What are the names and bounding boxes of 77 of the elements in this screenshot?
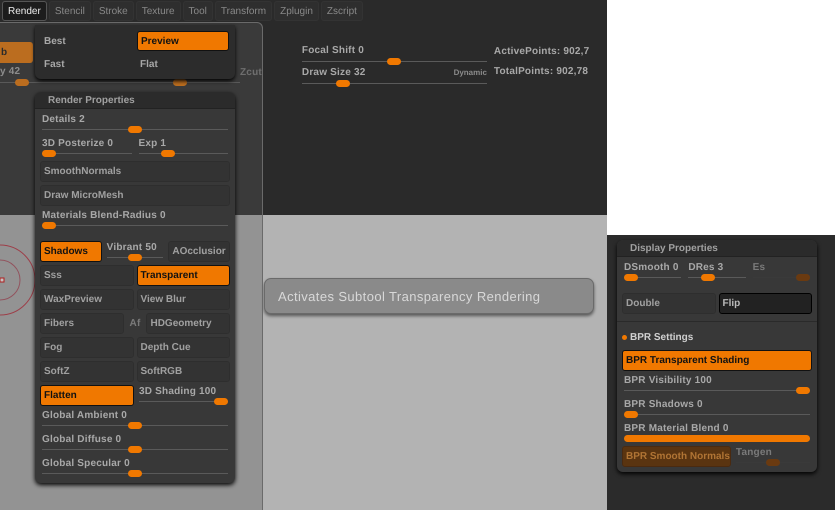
- slider-label: Global Diffuse 0: [42, 434, 122, 444]
- menu-tab[interactable]: Zplugin: [274, 1, 319, 21]
- slider-label: Materials Blend-Radius 0: [42, 210, 167, 220]
- slider-thumb[interactable]: [387, 58, 402, 65]
- slider-label: Draw Size 32: [302, 67, 366, 78]
- menu-tab[interactable]: Stencil: [48, 1, 91, 21]
- stat-text: TotalPoints: 902,78: [494, 66, 590, 77]
- option-label: Af: [128, 318, 142, 328]
- slider-fill[interactable]: [624, 434, 810, 442]
- slider-label: Exp 1: [138, 138, 168, 148]
- slider-thumb[interactable]: [173, 79, 188, 86]
- menu-item[interactable]: Flat: [137, 54, 229, 74]
- slider-label: BPR Shadows 0: [624, 398, 704, 410]
- menu-item[interactable]: Best: [41, 31, 133, 51]
- slider-thumb[interactable]: [336, 80, 350, 87]
- toggle-button[interactable]: Double: [622, 292, 716, 314]
- slider-thumb[interactable]: [42, 150, 56, 156]
- toggle-button[interactable]: Fibers: [40, 312, 124, 334]
- slider-label: DRes 3: [688, 262, 724, 272]
- toggle-button[interactable]: Depth Cue: [136, 336, 230, 358]
- slider-thumb[interactable]: [128, 126, 142, 132]
- toggle-button[interactable]: Flatten: [40, 384, 134, 406]
- section-header[interactable]: BPR Settings: [630, 332, 694, 342]
- slider-label: BPR Visibility 100: [624, 374, 713, 386]
- tooltip: Activates Subtool Transparency Rendering: [264, 278, 594, 314]
- slider-label: 3D Posterize 0: [42, 138, 114, 148]
- toggle-button[interactable]: SoftRGB: [136, 360, 230, 382]
- menu-tab[interactable]: Render: [2, 1, 47, 21]
- menu-tab[interactable]: Tool: [182, 1, 213, 21]
- slider-thumb[interactable]: [42, 222, 56, 228]
- panel-title[interactable]: Render Properties: [35, 92, 235, 109]
- slider-thumb[interactable]: [796, 386, 810, 394]
- slider-thumb[interactable]: [624, 410, 638, 418]
- slider-thumb[interactable]: [161, 150, 176, 156]
- slider-label: Details 2: [42, 114, 86, 124]
- slider-label: Es: [752, 262, 766, 272]
- toggle-button[interactable]: Draw MicroMesh: [40, 184, 230, 206]
- slider-label: Tangen: [736, 446, 773, 458]
- slider-thumb[interactable]: [128, 470, 142, 476]
- toggle-button[interactable]: SmoothNormals: [40, 160, 230, 182]
- stat-text: ActivePoints: 902,7: [494, 46, 590, 57]
- slider-thumb[interactable]: [214, 398, 228, 404]
- slider-label: Global Specular 0: [42, 458, 131, 468]
- slider-label: Vibrant 50: [106, 242, 158, 252]
- slider-thumb[interactable]: [128, 422, 142, 428]
- slider-thumb[interactable]: [128, 254, 142, 260]
- toggle-button[interactable]: View Blur: [136, 288, 230, 310]
- slider-thumb[interactable]: [15, 79, 30, 86]
- slider-label: Focal Shift 0: [302, 45, 365, 56]
- expand-dot-icon[interactable]: [622, 334, 627, 340]
- slider-label: y 42: [0, 66, 22, 77]
- toggle-button[interactable]: Flip: [718, 292, 812, 314]
- slider-label: Global Ambient 0: [42, 410, 128, 420]
- toggle-button[interactable]: SoftZ: [40, 360, 134, 382]
- toggle-button[interactable]: WaxPreview: [40, 288, 134, 310]
- toggle-button[interactable]: Fog: [40, 336, 134, 358]
- slider-thumb[interactable]: [128, 446, 142, 452]
- toggle-button[interactable]: BPR Transparent Shading: [622, 350, 812, 370]
- menu-item[interactable]: Preview: [137, 31, 229, 51]
- slider-thumb[interactable]: [701, 274, 716, 280]
- slider-label: BPR Material Blend 0: [624, 422, 730, 434]
- dynamic-label[interactable]: Dynamic: [454, 68, 487, 77]
- toggle-button[interactable]: HDGeometry: [146, 312, 230, 334]
- menu-tab[interactable]: Transform: [214, 1, 272, 21]
- menu-tab[interactable]: Zscript: [320, 1, 363, 21]
- menu-tab[interactable]: Texture: [136, 1, 181, 21]
- toggle-button[interactable]: Sss: [40, 264, 134, 286]
- toggle-button[interactable]: AOcclusior: [168, 240, 230, 262]
- menu-item[interactable]: Fast: [41, 54, 133, 74]
- slider-label: 3D Shading 100: [139, 386, 218, 396]
- menu-tab[interactable]: Stroke: [92, 1, 134, 21]
- slider-label: DSmooth 0: [624, 262, 680, 272]
- slider-thumb[interactable]: [624, 274, 638, 280]
- toggle-button[interactable]: Shadows: [40, 240, 102, 262]
- toggle-button[interactable]: Transparent: [136, 264, 230, 286]
- panel-title[interactable]: Display Properties: [617, 240, 817, 257]
- toggle-button[interactable]: b: [0, 42, 33, 63]
